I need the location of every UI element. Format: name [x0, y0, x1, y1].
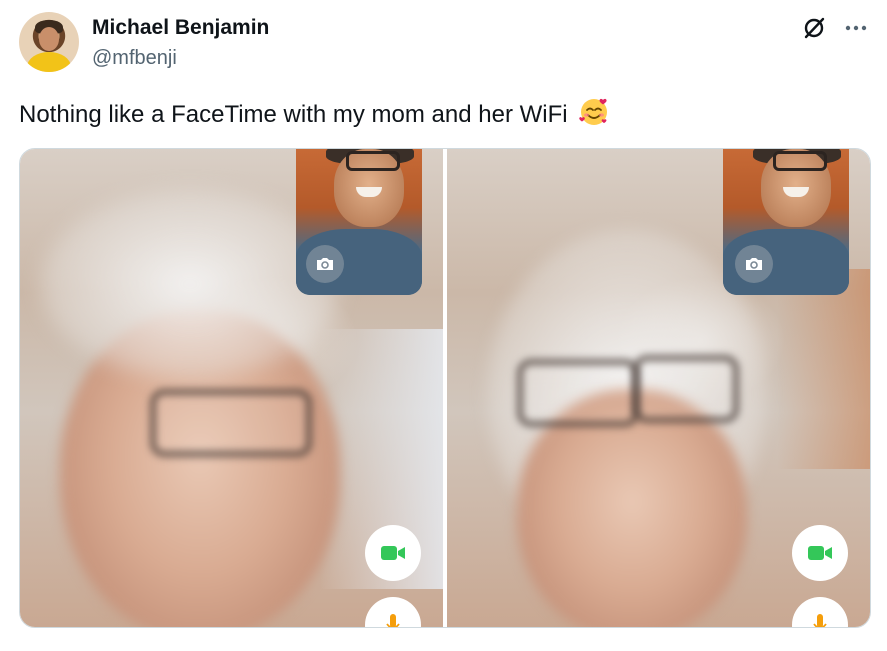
blurred-glasses-right — [633, 355, 739, 423]
microphone-icon — [813, 614, 827, 627]
avatar-face — [39, 27, 59, 51]
pip-glasses — [773, 151, 827, 171]
video-toggle-button[interactable] — [365, 525, 421, 581]
tweet-text: Nothing like a FaceTime with my mom and … — [19, 96, 610, 131]
media-image-1[interactable] — [20, 149, 443, 627]
self-view-pip — [723, 149, 849, 295]
microphone-icon — [386, 614, 400, 627]
more-icon[interactable] — [842, 14, 870, 42]
media-grid — [19, 148, 871, 628]
smiling-face-with-hearts-icon — [579, 98, 608, 125]
camera-flip-button[interactable] — [735, 245, 773, 283]
camera-flip-button[interactable] — [306, 245, 344, 283]
camera-flip-icon — [746, 258, 762, 270]
avatar-shirt — [27, 52, 71, 72]
pip-glasses — [346, 151, 400, 171]
author-handle[interactable]: @mfbenji — [92, 46, 177, 70]
video-toggle-button[interactable] — [792, 525, 848, 581]
tweet-text-content: Nothing like a FaceTime with my mom and … — [19, 101, 568, 128]
self-view-pip — [296, 149, 422, 295]
video-camera-icon — [808, 546, 832, 560]
media-image-2[interactable] — [447, 149, 870, 627]
tweet: Michael Benjamin @mfbenji Nothing like a… — [0, 0, 887, 651]
video-camera-icon — [381, 546, 405, 560]
background-light — [777, 269, 870, 469]
blurred-glasses — [150, 389, 312, 457]
grok-icon[interactable] — [800, 14, 828, 42]
author-name[interactable]: Michael Benjamin — [92, 16, 269, 40]
blurred-hair — [40, 189, 340, 379]
camera-flip-icon — [317, 258, 333, 270]
avatar[interactable] — [19, 12, 79, 72]
blurred-glasses-left — [517, 359, 639, 427]
